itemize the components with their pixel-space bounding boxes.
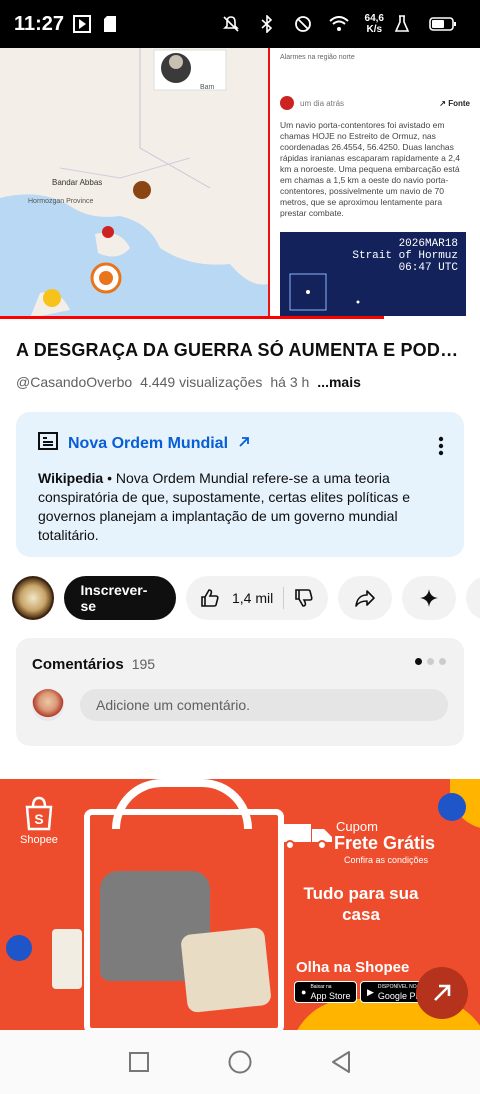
news-body-text: Um navio porta-contentores foi avistado …	[280, 120, 461, 218]
shopee-ad-banner[interactable]: S Shopee Cupom Frete Grátis Confira as c…	[0, 779, 480, 1030]
news-image-date: 2026MAR18	[398, 238, 458, 250]
lab-flask-icon	[392, 14, 412, 34]
info-panel-text: Wikipedia • Nova Ordem Mundial refere-se…	[38, 470, 410, 543]
ad-open-button[interactable]	[416, 967, 468, 1019]
news-avatar	[280, 96, 294, 110]
app-store-button[interactable]: ● Baixar na App Store	[294, 981, 358, 1003]
external-link-icon: ↗	[439, 98, 449, 108]
map-label-bam: Bam	[200, 84, 215, 91]
subscribe-button[interactable]: Inscrever-se	[64, 576, 176, 620]
ad-conditions-text: Confira as condições	[344, 855, 429, 865]
comments-title: Comentários	[32, 656, 124, 673]
channel-avatar[interactable]	[12, 576, 55, 620]
news-top-label: Alarmes na região norte	[280, 54, 355, 61]
sparkle-icon	[419, 588, 439, 608]
like-dislike-pill: 1,4 mil	[185, 576, 329, 620]
ad-decor-blue-left	[6, 935, 32, 961]
shopee-bag-icon: S	[25, 796, 53, 831]
sd-card-icon	[100, 14, 120, 34]
like-count[interactable]: 1,4 mil	[232, 590, 273, 606]
view-count: 4.449 visualizações	[140, 374, 263, 390]
video-progress-bar[interactable]	[0, 316, 384, 319]
video-meta: @CasandoOverbo 4.449 visualizações há 3 …	[16, 374, 361, 390]
ad-cta-text: Olha na Shopee	[296, 959, 410, 976]
like-icon[interactable]	[200, 588, 220, 608]
open-link-icon	[430, 981, 454, 1005]
nav-recents-icon[interactable]	[128, 1051, 150, 1073]
info-panel-title: Nova Ordem Mundial	[68, 434, 229, 452]
user-avatar	[32, 689, 64, 721]
info-panel-card[interactable]: Nova Ordem Mundial Wikipedia • Nova Orde…	[16, 412, 464, 557]
comment-input[interactable]: Adicione um comentário.	[80, 689, 448, 721]
truck-icon	[279, 824, 332, 850]
nav-back-icon[interactable]	[330, 1050, 352, 1074]
ad-diffuser-image	[52, 929, 82, 989]
more-actions-button[interactable]	[466, 576, 480, 620]
news-image-place: Strait of Hormuz	[352, 250, 458, 262]
mute-icon	[221, 14, 241, 34]
more-vert-icon[interactable]	[438, 436, 444, 456]
external-link-icon	[238, 435, 250, 453]
bluetooth-icon	[257, 14, 277, 34]
comments-pager	[415, 658, 446, 665]
comments-card[interactable]: Comentários 195 Adicione um comentário.	[16, 638, 464, 746]
wifi-icon	[328, 14, 349, 34]
channel-handle[interactable]: @CasandoOverbo	[16, 374, 132, 390]
action-row: Inscrever-se 1,4 mil	[12, 576, 480, 620]
map-label-province: Hormozgan Province	[28, 198, 94, 205]
more-link[interactable]: ...mais	[317, 374, 361, 390]
do-not-disturb-icon	[293, 14, 313, 34]
nav-home-icon[interactable]	[227, 1049, 253, 1075]
ad-cupom-text: Cupom	[336, 819, 378, 834]
info-panel-source: Wikipedia	[38, 470, 104, 486]
ad-frete-text: Frete Grátis	[334, 833, 436, 853]
battery-icon	[428, 14, 458, 34]
ad-decor-blue	[438, 793, 466, 821]
comments-count: 195	[131, 656, 156, 672]
news-image-graphic	[289, 273, 360, 311]
share-button[interactable]	[338, 576, 393, 620]
ad-tagline: Tudo para sua casa	[303, 884, 419, 924]
svg-text:S: S	[34, 811, 43, 827]
upload-age: há 3 h	[270, 374, 310, 390]
shopee-logo: S Shopee	[20, 795, 58, 846]
share-icon	[354, 588, 376, 608]
comments-header: Comentários 195	[32, 656, 448, 673]
play-store-icon	[72, 14, 92, 34]
shopee-logo-text: Shopee	[20, 834, 58, 846]
google-play-icon: ▶	[367, 986, 374, 997]
status-bar: 11:27 64,6 K/s	[0, 0, 480, 48]
map-graphic	[0, 48, 268, 318]
ask-ai-button[interactable]	[402, 576, 457, 620]
news-image: 2026MAR18 Strait of Hormuz 06:47 UTC	[280, 232, 466, 316]
wiki-doc-icon	[38, 432, 58, 455]
apple-icon: ●	[301, 987, 307, 997]
system-nav-bar	[0, 1030, 480, 1094]
video-title[interactable]: A DESGRAÇA DA GUERRA SÓ AUMENTA E PODE P…	[16, 340, 466, 361]
dislike-icon[interactable]	[294, 588, 314, 608]
ad-pillow-image	[180, 926, 272, 1014]
news-time: um dia atrás	[300, 98, 345, 108]
comment-input-row: Adicione um comentário.	[32, 689, 448, 721]
video-player[interactable]: Bam Bandar Abbas Hormozgan Province Alar…	[0, 48, 480, 318]
video-map-frame: Bam Bandar Abbas Hormozgan Province	[0, 48, 268, 318]
news-source-link: ↗ Fonte	[439, 98, 470, 108]
map-label-bandar-abbas: Bandar Abbas	[52, 178, 103, 187]
status-time: 11:27	[14, 12, 65, 35]
network-speed: 64,6 K/s	[364, 13, 384, 35]
news-panel: Alarmes na região norte um dia atrás ↗ F…	[268, 48, 480, 318]
pill-divider	[283, 587, 285, 609]
info-panel-heading[interactable]: Nova Ordem Mundial	[38, 432, 442, 455]
